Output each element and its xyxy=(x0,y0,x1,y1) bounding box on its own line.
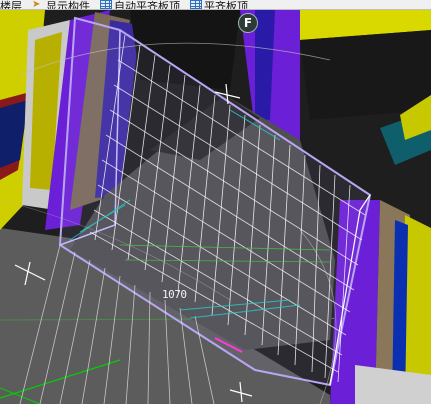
toolbar-item-label: 显示构件 xyxy=(46,0,90,10)
toolbar-item-align-slab-top[interactable]: 平齐板顶 xyxy=(190,0,248,9)
viewcube-front-face[interactable]: F xyxy=(238,13,258,33)
3d-viewport[interactable]: F 1070 xyxy=(0,0,431,404)
toolbar-item-label: 楼层 xyxy=(0,0,22,10)
toolbar-item-label: 平齐板顶 xyxy=(204,0,248,10)
dimension-label: 1070 xyxy=(162,288,187,301)
toolbar-item-show-components[interactable]: ➤ 显示构件 xyxy=(32,0,90,9)
arrow-icon: ➤ xyxy=(32,0,41,10)
grid-icon xyxy=(100,0,112,9)
model-canvas[interactable] xyxy=(0,0,431,404)
ribbon-toolbar: 楼层 ➤ 显示构件 自动平齐板顶 平齐板顶 xyxy=(0,0,431,10)
toolbar-item-label: 自动平齐板顶 xyxy=(114,0,180,10)
toolbar-item-floor[interactable]: 楼层 xyxy=(0,0,22,9)
grid-icon xyxy=(190,0,202,9)
cad-app-window: F 1070 楼层 ➤ 显示构件 自动平齐板顶 平齐板顶 xyxy=(0,0,431,404)
toolbar-item-auto-align-slab-top[interactable]: 自动平齐板顶 xyxy=(100,0,180,9)
top-right-dark-area xyxy=(300,30,431,120)
